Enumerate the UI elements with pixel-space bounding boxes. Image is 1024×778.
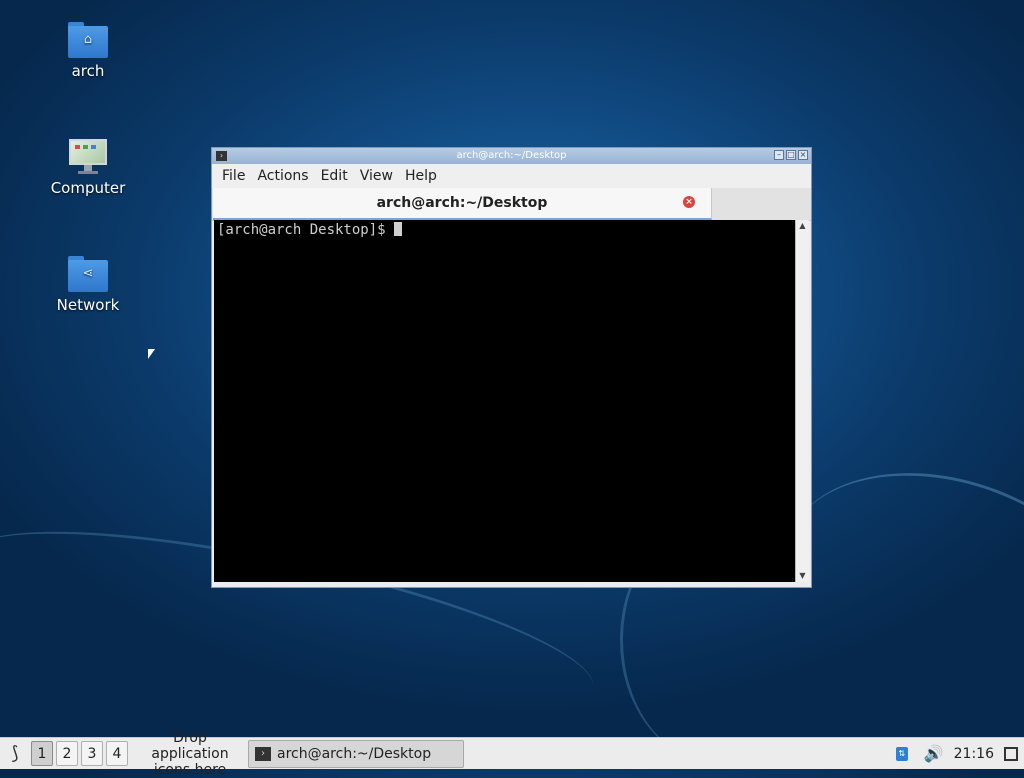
workspace-2[interactable]: 2 — [56, 741, 78, 766]
menu-actions[interactable]: Actions — [251, 168, 314, 184]
menu-edit[interactable]: Edit — [315, 168, 354, 184]
terminal-output[interactable]: [arch@arch Desktop]$ — [214, 220, 797, 582]
volume-icon[interactable]: 🔊 — [924, 744, 944, 763]
app-menu-icon[interactable]: ⟆ — [2, 741, 28, 767]
maximize-button[interactable]: □ — [786, 150, 796, 160]
desktop-icon-label: arch — [71, 62, 105, 80]
computer-icon — [69, 139, 107, 175]
window-title: arch@arch:~/Desktop — [456, 150, 567, 161]
network-status-icon[interactable]: ⇅ — [895, 746, 908, 761]
desktop-icon-label: Computer — [50, 179, 126, 197]
workspace-1[interactable]: 1 — [31, 741, 53, 766]
show-desktop-icon[interactable] — [1004, 746, 1018, 761]
minimize-button[interactable]: – — [774, 150, 784, 160]
tab-close-icon[interactable]: × — [683, 196, 695, 208]
window-titlebar[interactable]: › arch@arch:~/Desktop – □ × — [212, 148, 811, 164]
tab-label: arch@arch:~/Desktop — [376, 195, 548, 211]
close-button[interactable]: × — [798, 150, 808, 160]
workspace-3[interactable]: 3 — [81, 741, 103, 766]
tab-bar: arch@arch:~/Desktop × — [212, 188, 811, 221]
taskbar: ⟆ 1 2 3 4 Drop application icons here › … — [0, 730, 1024, 778]
terminal-icon: › — [216, 151, 227, 161]
tab-terminal[interactable]: arch@arch:~/Desktop × — [213, 188, 712, 220]
clock[interactable]: 21:16 — [954, 746, 994, 762]
home-folder-icon: ⌂ — [68, 22, 108, 58]
cursor — [394, 222, 403, 236]
taskbar-item-label: arch@arch:~/Desktop — [277, 745, 432, 762]
workspace-4[interactable]: 4 — [106, 741, 128, 766]
menu-help[interactable]: Help — [399, 168, 443, 184]
taskbar-item-terminal[interactable]: › arch@arch:~/Desktop — [248, 739, 464, 768]
scroll-up-icon[interactable]: ▲ — [796, 220, 809, 232]
menubar: File Actions Edit View Help — [212, 164, 811, 188]
terminal-prompt: [arch@arch Desktop]$ — [217, 222, 403, 238]
desktop-icon-network[interactable]: ⋖ Network — [38, 256, 138, 314]
desktop-icon-label: Network — [56, 296, 120, 314]
desktop-icon-computer[interactable]: Computer — [38, 139, 138, 197]
terminal-icon: › — [255, 746, 271, 761]
terminal-window: › arch@arch:~/Desktop – □ × File Actions… — [211, 147, 812, 588]
scroll-down-icon[interactable]: ▼ — [796, 570, 809, 582]
network-folder-icon: ⋖ — [68, 256, 108, 292]
mouse-pointer-icon — [148, 349, 155, 359]
desktop-icon-arch[interactable]: ⌂ arch — [38, 22, 138, 80]
system-tray: ⇅ 🔊 21:16 — [895, 738, 1024, 769]
menu-view[interactable]: View — [354, 168, 399, 184]
launcher-drop-zone[interactable]: Drop application icons here — [136, 730, 244, 778]
menu-file[interactable]: File — [216, 168, 251, 184]
scrollbar[interactable]: ▲ ▼ — [795, 220, 809, 582]
